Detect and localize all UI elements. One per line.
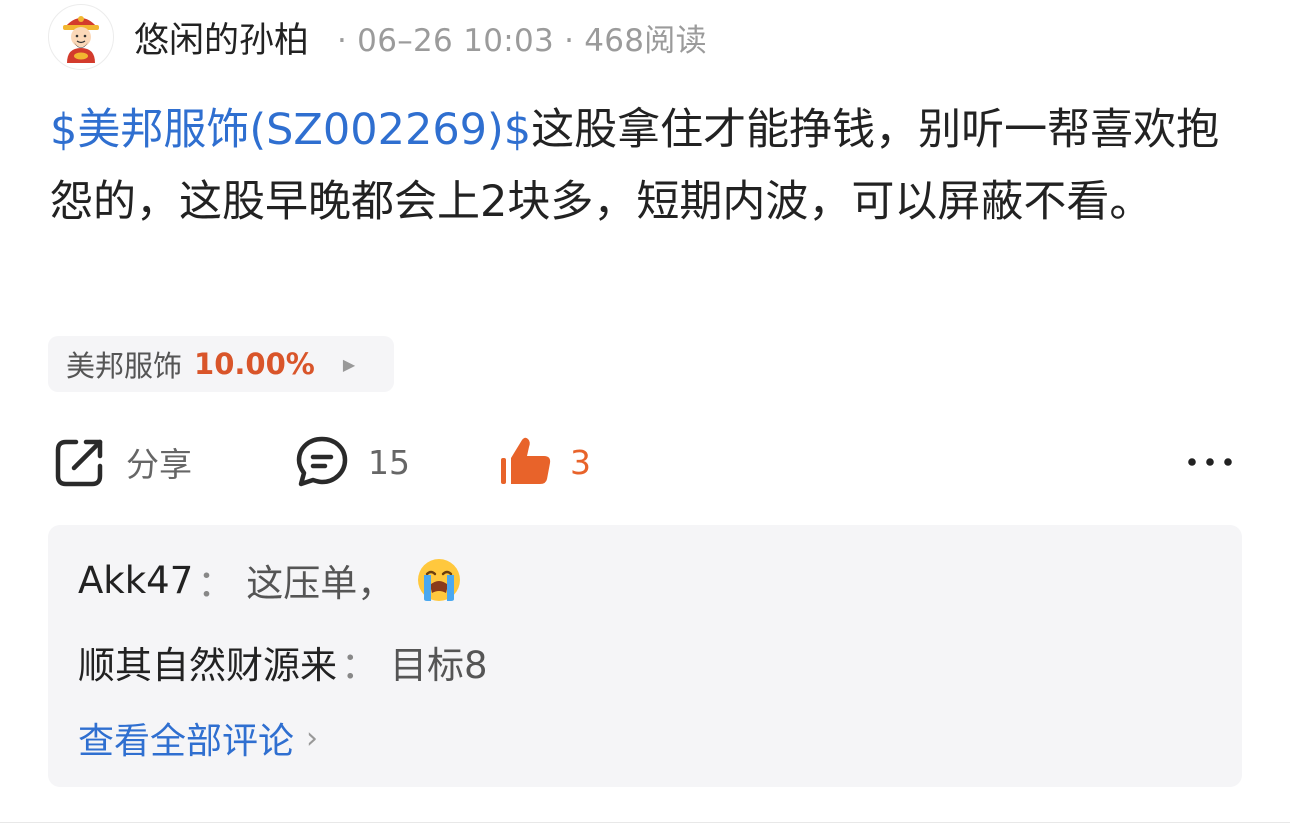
post-meta: · 06–26 10:03 · 468阅读 (327, 15, 707, 60)
comment-preview: Akk47：这压单， 顺其自然财源来：目标8 查看全部评论 › (48, 525, 1242, 787)
comment-username[interactable]: 顺其自然财源来 (78, 635, 337, 689)
divider (0, 822, 1290, 823)
stock-chip[interactable]: 美邦服饰 10.00% ▶ (48, 336, 394, 392)
fortune-god-avatar-icon (63, 16, 99, 63)
like-count: 3 (570, 442, 591, 482)
comment-username[interactable]: Akk47 (78, 559, 193, 602)
view-all-label: 查看全部评论 (78, 721, 295, 762)
share-label: 分享 (126, 445, 192, 484)
meta-separator: · (337, 22, 348, 59)
comment-button[interactable]: 15 (294, 430, 410, 494)
like-button[interactable]: 3 (498, 430, 591, 494)
thumbs-up-icon (501, 437, 551, 484)
more-options-button[interactable] (1186, 430, 1234, 494)
share-icon (55, 439, 103, 487)
stock-link[interactable]: $美邦服饰(SZ002269)$ (50, 105, 531, 155)
post-date: 06–26 10:03 (357, 22, 555, 59)
avatar[interactable] (48, 4, 114, 70)
loudly-crying-face-icon (416, 557, 462, 603)
chevron-right-icon: › (306, 720, 319, 756)
share-button[interactable]: 分享 (52, 430, 192, 494)
comment-count: 15 (368, 442, 410, 482)
comment-colon: ： (341, 644, 378, 687)
action-bar: 分享 15 3 (0, 430, 1290, 494)
stock-chip-name: 美邦服饰 (66, 349, 183, 383)
comment-item[interactable]: 顺其自然财源来： 目标8 (78, 637, 488, 687)
stock-chip-change: 10.00% (194, 347, 315, 381)
comment-text: 这压单， (246, 562, 395, 605)
comment-item[interactable]: Akk47： 这压单， (78, 555, 462, 605)
read-count: 468阅读 (584, 22, 707, 59)
more-dots-icon (1188, 458, 1232, 466)
comment-bubble-icon (296, 436, 348, 487)
comment-text: 目标8 (390, 644, 488, 687)
comment-colon: ： (197, 562, 235, 605)
view-all-comments-link[interactable]: 查看全部评论 › (78, 713, 318, 763)
play-arrow-icon: ▶ (342, 354, 356, 374)
post-header: 悠闲的孙柏 · 06–26 10:03 · 468阅读 (48, 4, 707, 70)
meta-separator: · (564, 22, 575, 59)
author-name[interactable]: 悠闲的孙柏 (134, 12, 309, 63)
post-content: $美邦服饰(SZ002269)$这股拿住才能挣钱，别听一帮喜欢抱怨的，这股早晚都… (50, 94, 1240, 238)
